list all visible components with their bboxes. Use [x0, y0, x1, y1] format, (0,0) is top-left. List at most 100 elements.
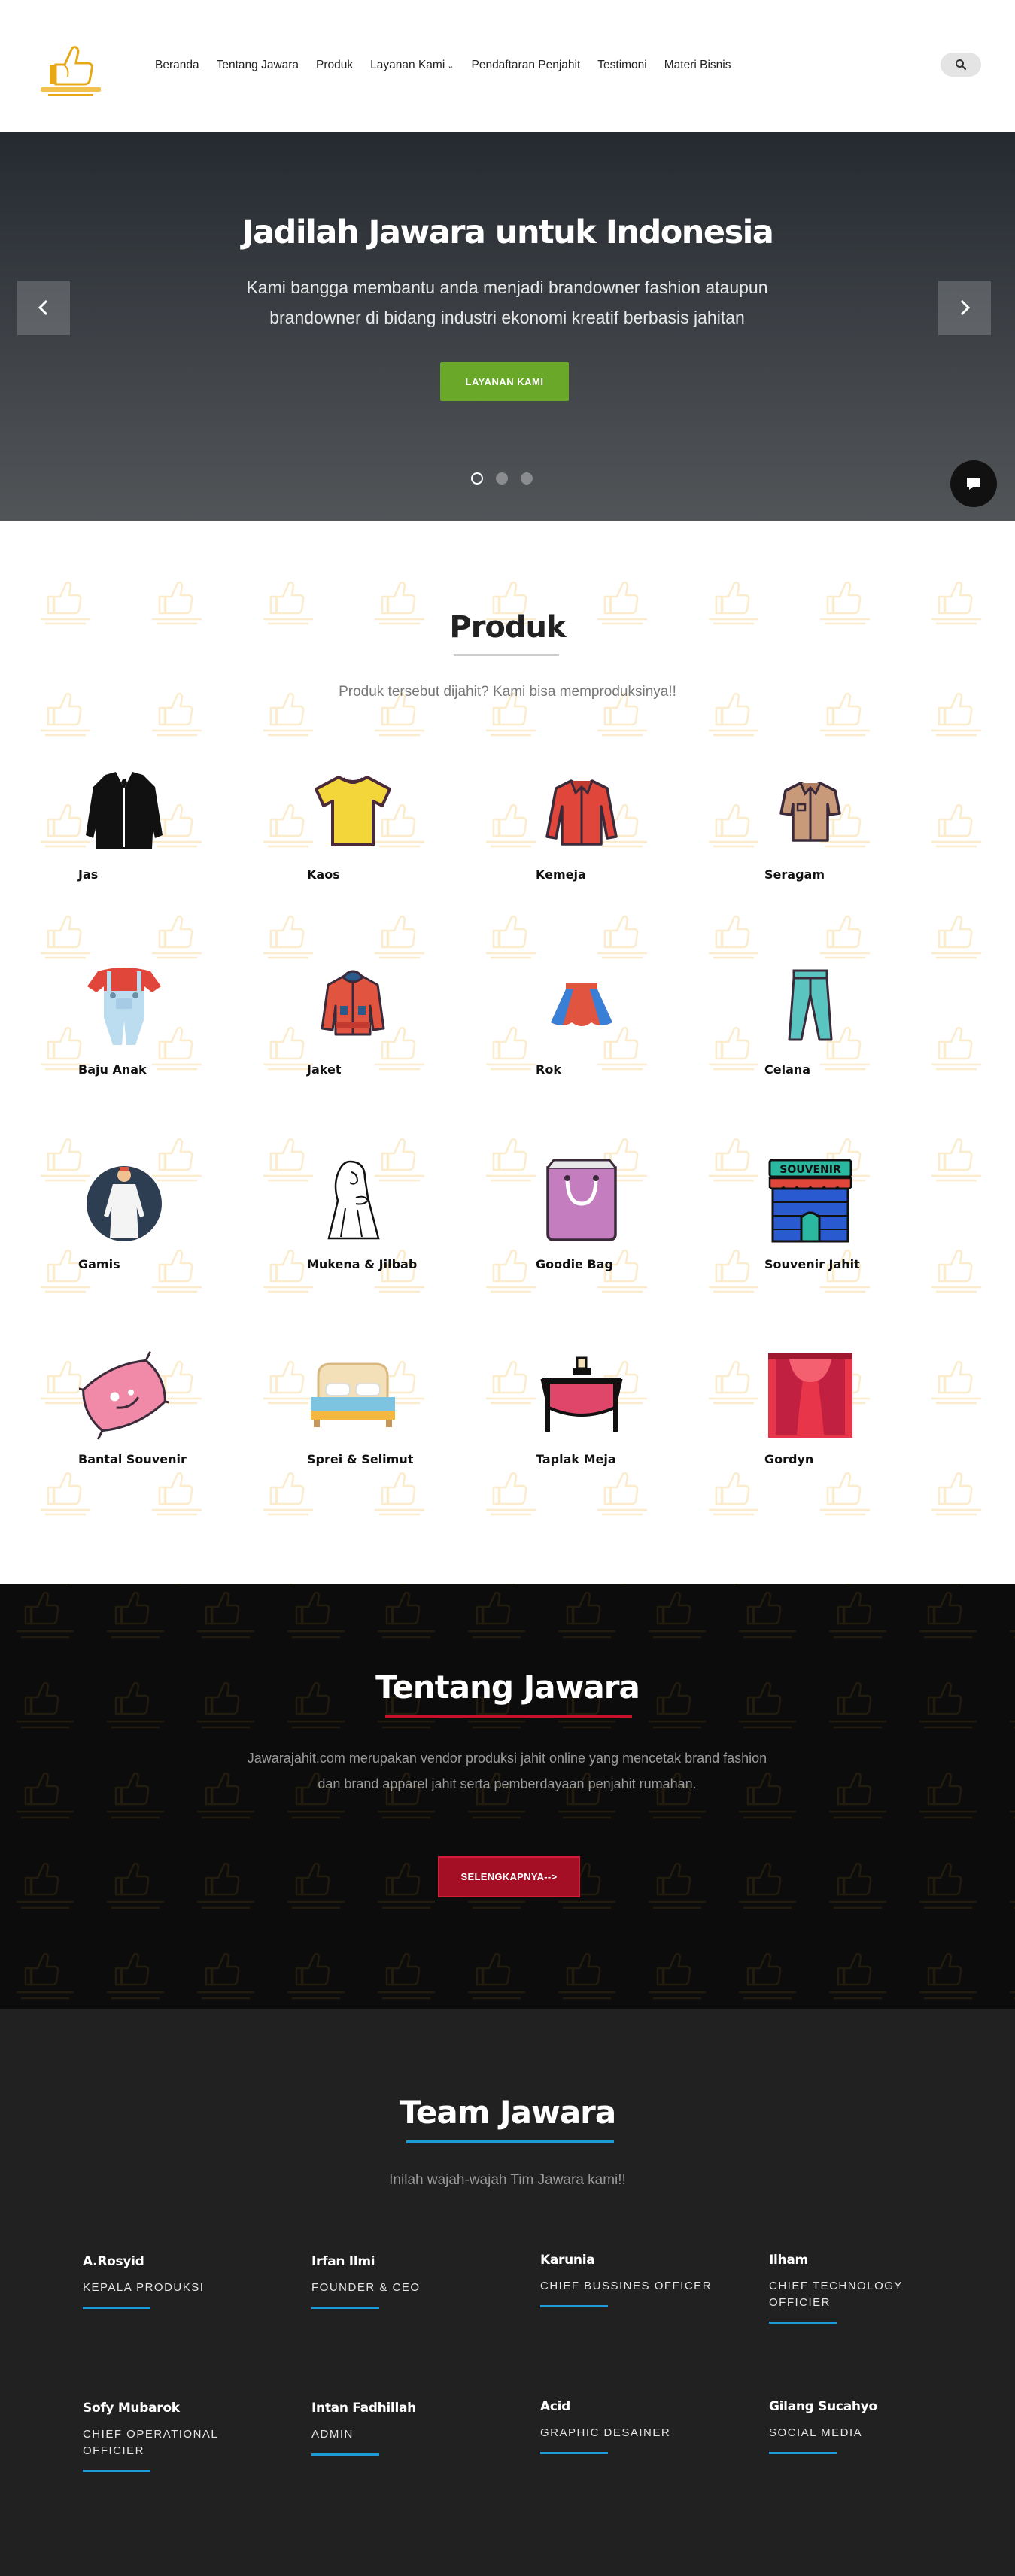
- site-logo[interactable]: [33, 38, 108, 101]
- product-label: Souvenir Jahit: [764, 1257, 860, 1271]
- nav-layanan-kami[interactable]: Layanan Kami ⌄: [370, 59, 454, 72]
- product-card-bantal-souvenir[interactable]: Bantal Souvenir: [75, 1347, 304, 1542]
- product-card-taplak-meja[interactable]: Taplak Meja: [533, 1347, 761, 1542]
- product-card-celana[interactable]: Celana: [761, 957, 990, 1152]
- product-card-jaket[interactable]: Jaket: [304, 957, 533, 1152]
- suit-icon: [75, 762, 173, 860]
- slider-dot-3[interactable]: [521, 472, 533, 485]
- produk-section: Produk Produk tersebut dijahit? Kami bis…: [0, 521, 1015, 1584]
- member-underline: [769, 2322, 837, 2324]
- member-underline: [769, 2452, 837, 2454]
- member-underline: [540, 2452, 608, 2454]
- gamis-icon: [75, 1152, 173, 1250]
- member-role: SOCIAL MEDIA: [769, 2426, 863, 2439]
- table-cloth-icon: [533, 1347, 631, 1444]
- product-label: Rok: [536, 1062, 561, 1077]
- product-card-kemeja[interactable]: Kemeja: [533, 762, 761, 957]
- pants-icon: [761, 957, 859, 1055]
- team-member: Gilang Sucahyo SOCIAL MEDIA: [769, 2399, 957, 2454]
- product-card-goodie-bag[interactable]: Goodie Bag: [533, 1152, 761, 1347]
- product-card-sprei-selimut[interactable]: Sprei & Selimut: [304, 1347, 533, 1542]
- slider-prev-button[interactable]: [17, 281, 70, 335]
- chat-button[interactable]: [950, 460, 997, 507]
- team-member: Irfan Ilmi FOUNDER & CEO: [311, 2254, 500, 2309]
- member-underline: [83, 2307, 150, 2309]
- product-label: Seragam: [764, 867, 825, 882]
- title-underline: [385, 1715, 632, 1718]
- nav-tentang-jawara[interactable]: Tentang Jawara: [217, 59, 299, 72]
- chat-bubble-icon: [967, 478, 980, 490]
- product-card-baju-anak[interactable]: Baju Anak: [75, 957, 304, 1152]
- product-label: Kemeja: [536, 867, 586, 882]
- nav-label: Tentang Jawara: [216, 59, 299, 71]
- tentang-title: Tentang Jawara: [375, 1669, 640, 1706]
- layanan-kami-button[interactable]: LAYANAN KAMI: [440, 362, 569, 401]
- product-card-souvenir-jahit[interactable]: SOUVENIR Souvenir Jahit: [761, 1152, 990, 1347]
- product-grid: Jas Kaos Kemeja Seragam Baju Anak Jaket …: [75, 762, 990, 1542]
- product-card-gamis[interactable]: Gamis: [75, 1152, 304, 1347]
- hero-title: Jadilah Jawara untuk Indonesia: [242, 214, 774, 251]
- member-name: Acid: [540, 2399, 571, 2414]
- product-card-seragam[interactable]: Seragam: [761, 762, 990, 957]
- slider-dot-1[interactable]: [471, 472, 483, 485]
- member-role: GRAPHIC DESAINER: [540, 2426, 671, 2439]
- product-label: Jas: [78, 867, 99, 882]
- hero-slider: Jadilah Jawara untuk Indonesia Kami bang…: [0, 132, 1015, 521]
- nav-produk[interactable]: Produk: [316, 59, 353, 72]
- team-member: Intan Fadhillah ADMIN: [311, 2401, 500, 2456]
- product-card-rok[interactable]: Rok: [533, 957, 761, 1152]
- thumbs-up-logo-icon: [41, 46, 101, 96]
- souvenir-shop-icon: SOUVENIR: [761, 1152, 859, 1250]
- tentang-text: Jawarajahit.com merupakan vendor produks…: [247, 1751, 767, 1791]
- chevron-right-icon: [960, 299, 971, 316]
- member-underline: [83, 2470, 150, 2472]
- bed-icon: [304, 1347, 402, 1444]
- team-member: Ilham CHIEF TECHNOLOGY OFFICIER: [769, 2252, 942, 2324]
- team-member: Karunia CHIEF BUSSINES OFFICER: [540, 2252, 728, 2307]
- product-card-gordyn[interactable]: Gordyn: [761, 1347, 990, 1542]
- slider-dot-2[interactable]: [496, 472, 508, 485]
- title-underline: [454, 654, 559, 656]
- main-nav: Beranda Tentang Jawara Produk Layanan Ka…: [155, 59, 748, 72]
- team-title: Team Jawara: [399, 2094, 616, 2131]
- title-underline: [406, 2140, 614, 2143]
- product-card-kaos[interactable]: Kaos: [304, 762, 533, 957]
- pillow-icon: [75, 1347, 173, 1444]
- nav-beranda[interactable]: Beranda: [155, 59, 199, 72]
- slider-next-button[interactable]: [938, 281, 991, 335]
- product-label: Jaket: [307, 1062, 342, 1077]
- jacket-icon: [304, 957, 402, 1055]
- search-icon: [956, 59, 967, 71]
- product-card-jas[interactable]: Jas: [75, 762, 304, 957]
- member-name: Sofy Mubarok: [83, 2401, 180, 2416]
- bag-icon: [533, 1152, 631, 1250]
- team-member: Sofy Mubarok CHIEF OPERATIONAL OFFICIER: [83, 2401, 256, 2472]
- mukena-icon: [304, 1152, 402, 1250]
- nav-testimoni[interactable]: Testimoni: [597, 59, 646, 72]
- kids-overall-icon: [75, 957, 173, 1055]
- member-role: KEPALA PRODUKSI: [83, 2281, 205, 2294]
- nav-pendaftaran-penjahit[interactable]: Pendaftaran Penjahit: [471, 59, 580, 72]
- search-button[interactable]: [941, 53, 981, 77]
- member-role: FOUNDER & CEO: [311, 2281, 421, 2294]
- product-card-mukena[interactable]: Mukena & Jilbab: [304, 1152, 533, 1347]
- produk-subtitle: Produk tersebut dijahit? Kami bisa mempr…: [339, 684, 676, 700]
- team-member: Acid GRAPHIC DESAINER: [540, 2399, 728, 2454]
- nav-label: Testimoni: [597, 59, 647, 71]
- member-name: Irfan Ilmi: [311, 2254, 375, 2269]
- watermark-pattern: [0, 1584, 1015, 2009]
- shirt-icon: [533, 762, 631, 860]
- product-label: Celana: [764, 1062, 811, 1077]
- chevron-left-icon: [38, 299, 48, 316]
- member-name: Karunia: [540, 2252, 595, 2268]
- member-role: CHIEF OPERATIONAL OFFICIER: [83, 2428, 218, 2457]
- member-underline: [311, 2307, 379, 2309]
- selengkapnya-button[interactable]: SELENGKAPNYA-->: [438, 1856, 580, 1897]
- skirt-icon: [533, 957, 631, 1055]
- member-role: CHIEF BUSSINES OFFICER: [540, 2280, 713, 2292]
- nav-materi-bisnis[interactable]: Materi Bisnis: [664, 59, 731, 72]
- member-underline: [311, 2453, 379, 2456]
- member-role: CHIEF TECHNOLOGY OFFICIER: [769, 2280, 903, 2309]
- souvenir-sign-text: SOUVENIR: [779, 1164, 841, 1176]
- tentang-section: Tentang Jawara Jawarajahit.com merupakan…: [0, 1584, 1015, 2009]
